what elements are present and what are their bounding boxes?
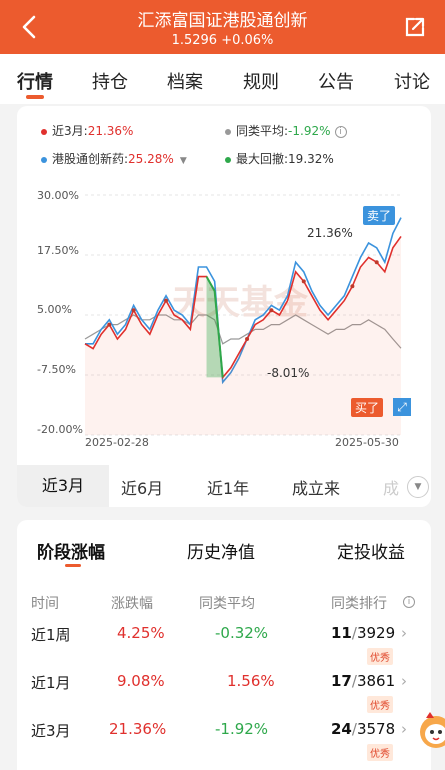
buy-marker[interactable]: 买了 bbox=[351, 398, 384, 417]
tab-stage-return[interactable]: 阶段涨幅 bbox=[37, 538, 105, 563]
row-peer-avg: -0.32% bbox=[215, 624, 269, 642]
row-period: 近1周 bbox=[31, 626, 71, 644]
row-rank[interactable]: 24/3578 bbox=[331, 720, 395, 738]
info-icon[interactable]: i bbox=[334, 125, 347, 138]
row-change: 4.25% bbox=[117, 624, 165, 642]
performance-chart-card: 近3月:21.36% 同类平均:-1.92% i 港股通创新药:25.28% ▼ 最… bbox=[17, 106, 431, 506]
row-change: 21.36% bbox=[109, 720, 167, 738]
top-bar: 汇添富国证港股通创新 1.5296 +0.06% bbox=[0, 0, 445, 54]
trade-point[interactable] bbox=[131, 308, 136, 313]
fund-title: 汇添富国证港股通创新 bbox=[137, 11, 308, 31]
trade-point[interactable] bbox=[350, 284, 355, 289]
blue-dot-icon bbox=[41, 156, 47, 163]
gray-dot-icon bbox=[225, 128, 231, 135]
legend-fund[interactable]: 近3月:21.36% bbox=[41, 122, 133, 139]
tab-quotes[interactable]: 行情 bbox=[17, 68, 53, 94]
stage-performance-card: 阶段涨幅 历史净值 定投收益 时间 涨跌幅 同类平均 同类排行 i 近1周 4.… bbox=[17, 520, 431, 770]
share-icon[interactable] bbox=[403, 15, 427, 39]
mascot-icon[interactable] bbox=[416, 708, 445, 750]
x-end-label: 2025-05-30 bbox=[335, 436, 399, 449]
trade-point[interactable] bbox=[301, 279, 306, 284]
col-period: 时间 bbox=[31, 596, 59, 612]
main-tabs: 行情 持仓 档案 规则 公告 讨论 bbox=[0, 54, 445, 104]
info-icon[interactable]: i bbox=[403, 596, 415, 608]
min-value-label: -8.01% bbox=[267, 366, 310, 380]
sell-marker[interactable]: 卖了 bbox=[363, 206, 396, 225]
row-period: 近3月 bbox=[31, 722, 71, 740]
col-peer-avg: 同类平均 bbox=[199, 596, 255, 612]
tab-announcements[interactable]: 公告 bbox=[318, 68, 354, 94]
x-start-label: 2025-02-28 bbox=[85, 436, 149, 449]
dropdown-caret-icon[interactable]: ▼ bbox=[180, 156, 187, 166]
trade-point[interactable] bbox=[107, 322, 112, 327]
tab-profile[interactable]: 档案 bbox=[167, 68, 203, 94]
col-peer-rank: 同类排行 bbox=[331, 596, 387, 612]
range-more-partial[interactable]: 成 bbox=[383, 475, 399, 499]
legend-index[interactable]: 港股通创新药:25.28% ▼ bbox=[41, 150, 187, 167]
trade-point[interactable] bbox=[164, 298, 169, 303]
nav-change: +0.06% bbox=[221, 33, 274, 48]
trade-point[interactable] bbox=[245, 337, 250, 341]
row-rank[interactable]: 11/3929 bbox=[331, 624, 395, 642]
col-change: 涨跌幅 bbox=[111, 596, 153, 612]
excellent-badge: 优秀 bbox=[367, 744, 393, 761]
nav-summary: 1.5296 +0.06% bbox=[0, 33, 445, 48]
chevron-right-icon[interactable]: › bbox=[401, 624, 407, 642]
excellent-badge: 优秀 bbox=[367, 648, 393, 665]
perf-tab-indicator bbox=[65, 564, 81, 567]
row-rank[interactable]: 17/3861 bbox=[331, 672, 395, 690]
legend-max-drawdown: 最大回撤:19.32% bbox=[225, 150, 334, 167]
red-dot-icon bbox=[41, 128, 47, 135]
green-dot-icon bbox=[225, 156, 231, 163]
range-3m[interactable]: 近3月 bbox=[17, 465, 109, 507]
range-6m[interactable]: 近6月 bbox=[121, 475, 163, 499]
tab-discussion[interactable]: 讨论 bbox=[394, 68, 430, 94]
chevron-right-icon[interactable]: › bbox=[401, 672, 407, 690]
chevron-down-icon[interactable]: ▼ bbox=[407, 476, 429, 498]
excellent-badge: 优秀 bbox=[367, 696, 393, 713]
range-1y[interactable]: 近1年 bbox=[207, 475, 249, 499]
legend-peer-average[interactable]: 同类平均:-1.92% i bbox=[225, 122, 347, 139]
row-period: 近1月 bbox=[31, 674, 71, 692]
fullscreen-icon[interactable]: ⤢ bbox=[393, 398, 411, 416]
tab-rules[interactable]: 规则 bbox=[243, 68, 279, 94]
end-value-label: 21.36% bbox=[307, 226, 353, 240]
row-peer-avg: -1.92% bbox=[215, 720, 269, 738]
trade-point[interactable] bbox=[269, 308, 274, 313]
nav-value: 1.5296 bbox=[171, 33, 218, 48]
tab-holdings[interactable]: 持仓 bbox=[92, 68, 128, 94]
range-selector: 近3月 近6月 近1年 成立来 成 ▼ bbox=[17, 465, 431, 507]
trade-point[interactable] bbox=[374, 260, 379, 265]
row-change: 9.08% bbox=[117, 672, 165, 690]
chevron-right-icon[interactable]: › bbox=[401, 720, 407, 738]
active-tab-indicator bbox=[26, 95, 44, 99]
range-since-inception[interactable]: 成立来 bbox=[292, 475, 340, 499]
tab-sip-return[interactable]: 定投收益 bbox=[337, 538, 405, 563]
row-peer-avg: 1.56% bbox=[227, 672, 275, 690]
tab-history-nav[interactable]: 历史净值 bbox=[187, 538, 255, 563]
